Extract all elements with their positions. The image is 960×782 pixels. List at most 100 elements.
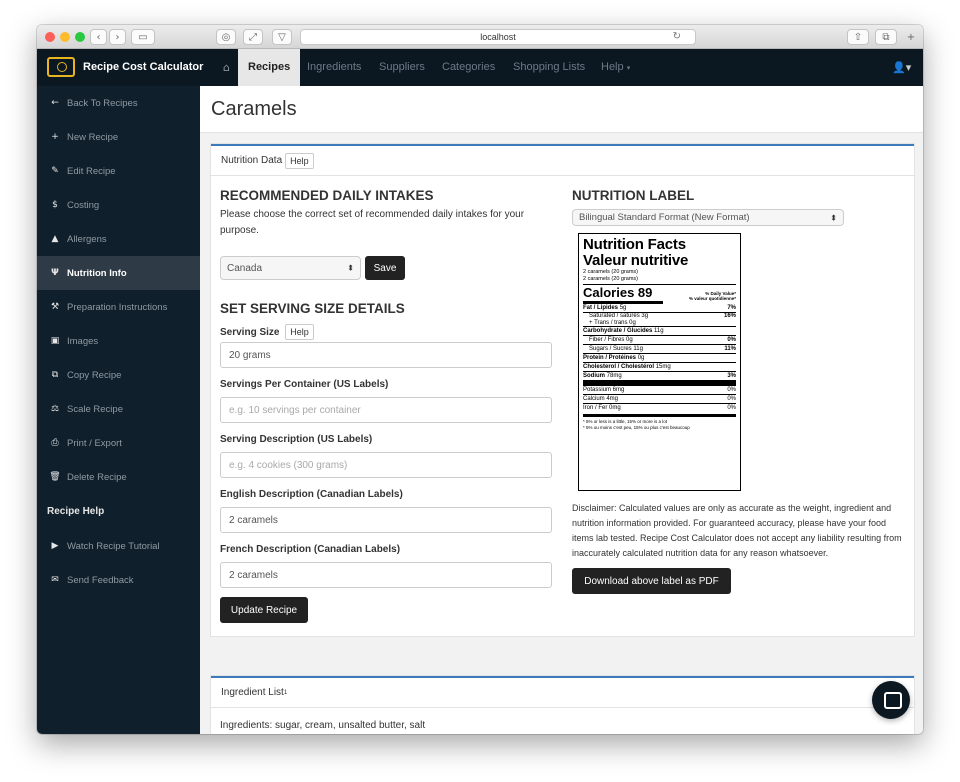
new-tab-icon[interactable]: + [903,29,919,45]
reload-icon[interactable]: ↻ [673,31,681,42]
browser-toolbar: ‹ › ▭ ◎ ⤢ ▽ localhost ↻ ⇧ ⧉ + [37,25,923,49]
fullscreen-icon[interactable]: ⤢ [243,29,263,45]
update-recipe-button[interactable]: Update Recipe [220,597,308,623]
rdi-heading: RECOMMENDED DAILY INTAKES [220,188,434,203]
sidebar-item-label: Edit Recipe [67,165,116,177]
sidebar-item-new-recipe[interactable]: + New Recipe [37,120,200,154]
ingredient-list-text: Ingredients: sugar, cream, unsalted butt… [220,720,426,731]
sidebar-item-edit-recipe[interactable]: ✎ Edit Recipe [37,154,200,188]
maximize-window-button[interactable] [75,32,85,42]
rdi-country-value: Canada [227,262,263,274]
main-content: Caramels Nutrition Data Help RECOMMENDED… [200,86,923,734]
sidebar-item-preparation-instructions[interactable]: ⚒ Preparation Instructions [37,290,200,324]
forward-icon[interactable]: › [109,29,126,45]
video-icon: ▶ [51,541,59,551]
cutlery-icon: Ψ [51,268,59,278]
sidebar-item-costing[interactable]: $ Costing [37,188,200,222]
nutrition-label-heading: NUTRITION LABEL [572,188,695,203]
nf-footnote-fr: * 5% ou moins c'est peu, 15% ou plus c'e… [583,424,690,430]
rdi-description: Please choose the correct set of recomme… [220,209,525,236]
sidebar-item-copy-recipe[interactable]: ⧉ Copy Recipe [37,358,200,392]
download-pdf-button[interactable]: Download above label as PDF [572,568,731,594]
sidebar-item-label: Copy Recipe [67,369,122,381]
share-icon[interactable]: ⇧ [847,29,869,45]
sidebar-item-label: Nutrition Info [67,267,127,279]
nav-shopping-lists[interactable]: Shopping Lists [513,49,585,86]
nav-help-label: Help [601,61,624,73]
footnote-marker: 1 [283,689,288,696]
select-arrows-icon: ⬍ [347,263,354,273]
nav-suppliers[interactable]: Suppliers [379,49,425,86]
nav-ingredients[interactable]: Ingredients [307,49,361,86]
serving-size-input[interactable]: 20 grams [220,342,552,368]
nav-categories[interactable]: Categories [442,49,495,86]
nf-serving-2: 2 caramels (20 grams) [583,275,639,282]
panel-header: Nutrition Data Help [211,146,914,176]
nutrition-help-button[interactable]: Help [285,152,314,169]
warning-icon: ▲ [51,234,59,244]
nf-calories: Calories 89 [583,285,653,300]
minimize-window-button[interactable] [60,32,70,42]
print-icon: ⎙ [51,438,59,448]
sidebar-item-label: New Recipe [67,131,119,143]
serving-heading: SET SERVING SIZE DETAILS [220,301,405,316]
panel-title: Nutrition Data [221,155,283,166]
sidebar-item-back-to-recipes[interactable]: ← Back To Recipes [37,86,200,120]
nf-row: Fiber / Fibres 0g 0% [583,335,736,344]
select-arrows-icon: ⬍ [830,213,837,222]
save-button[interactable]: Save [365,256,405,280]
panel-header: Ingredient List 1 [211,678,914,708]
english-description-label: English Description (Canadian Labels) [220,489,403,500]
page-header: Caramels [200,86,923,133]
extension-icon[interactable]: ◎ [216,29,236,45]
comment-icon: ✉ [51,575,59,585]
brand[interactable]: Recipe Cost Calculator [47,57,203,77]
user-icon[interactable]: 👤▾ [892,49,911,86]
sidebar-item-label: Print / Export [67,437,122,449]
nf-row: Protein / Protéines 0g [583,353,736,362]
chat-widget-icon[interactable] [872,681,910,719]
nf-mineral-row: Potassium 6mg 0% [583,387,736,393]
sidebar-item-send-feedback[interactable]: ✉ Send Feedback [37,563,200,597]
sidebar-item-allergens[interactable]: ▲ Allergens [37,222,200,256]
servings-per-container-input[interactable]: e.g. 10 servings per container [220,397,552,423]
nf-calories-row: Calories 89 % Daily Value*% valeur quoti… [583,285,736,301]
french-description-input[interactable]: 2 caramels [220,562,552,588]
servings-per-container-label: Servings Per Container (US Labels) [220,379,389,390]
serving-description-input[interactable]: e.g. 4 cookies (300 grams) [220,452,552,478]
nf-row: Fat / Lipides 5g 7% [583,305,736,311]
sidebar-item-watch-tutorial[interactable]: ▶ Watch Recipe Tutorial [37,529,200,563]
sidebar-item-print-export[interactable]: ⎙ Print / Export [37,426,200,460]
recipe-help-heading: Recipe Help [47,506,105,517]
sidebar-item-delete-recipe[interactable]: 🗑 Delete Recipe [37,460,200,494]
sidebar-item-nutrition-info[interactable]: Ψ Nutrition Info [37,256,200,290]
shield-icon[interactable]: ▽ [272,29,292,45]
arrow-left-icon: ← [51,98,59,108]
nf-mineral-row: Calcium 4mg 0% [583,394,736,402]
page-title: Caramels [211,98,297,120]
url-text: localhost [480,32,516,42]
nf-row: Cholesterol / Cholestérol 15mg [583,362,736,371]
nav-help[interactable]: Help ▾ [601,49,630,86]
sidebar-item-label: Allergens [67,233,107,245]
nf-row: Sugars / Sucres 11g 11% [583,344,736,353]
rdi-country-select[interactable]: Canada ⬍ [220,256,361,280]
nf-dv-fr: % valeur quotidienne* [688,296,736,301]
serving-size-help-button[interactable]: Help [285,324,314,340]
sidebar-item-images[interactable]: ▣ Images [37,324,200,358]
sidebar-item-scale-recipe[interactable]: ⚖ Scale Recipe [37,392,200,426]
close-window-button[interactable] [45,32,55,42]
browser-window: ‹ › ▭ ◎ ⤢ ▽ localhost ↻ ⇧ ⧉ + Recipe Cos… [37,25,923,734]
sidebar-toggle-icon[interactable]: ▭ [131,29,155,45]
tabs-icon[interactable]: ⧉ [875,29,897,45]
back-icon[interactable]: ‹ [90,29,107,45]
nav-recipes[interactable]: Recipes [238,49,301,86]
home-icon[interactable]: ⌂ [223,49,230,86]
address-bar[interactable]: localhost ↻ [300,29,696,45]
ingredient-list-title: Ingredient List [221,687,284,698]
sidebar-item-label: Watch Recipe Tutorial [67,540,160,552]
label-format-select[interactable]: Bilingual Standard Format (New Format) ⬍ [572,209,844,226]
english-description-input[interactable]: 2 caramels [220,507,552,533]
nutrition-facts-label: Nutrition Facts Valeur nutritive 2 caram… [578,233,741,491]
wrench-icon: ⚒ [50,302,60,312]
